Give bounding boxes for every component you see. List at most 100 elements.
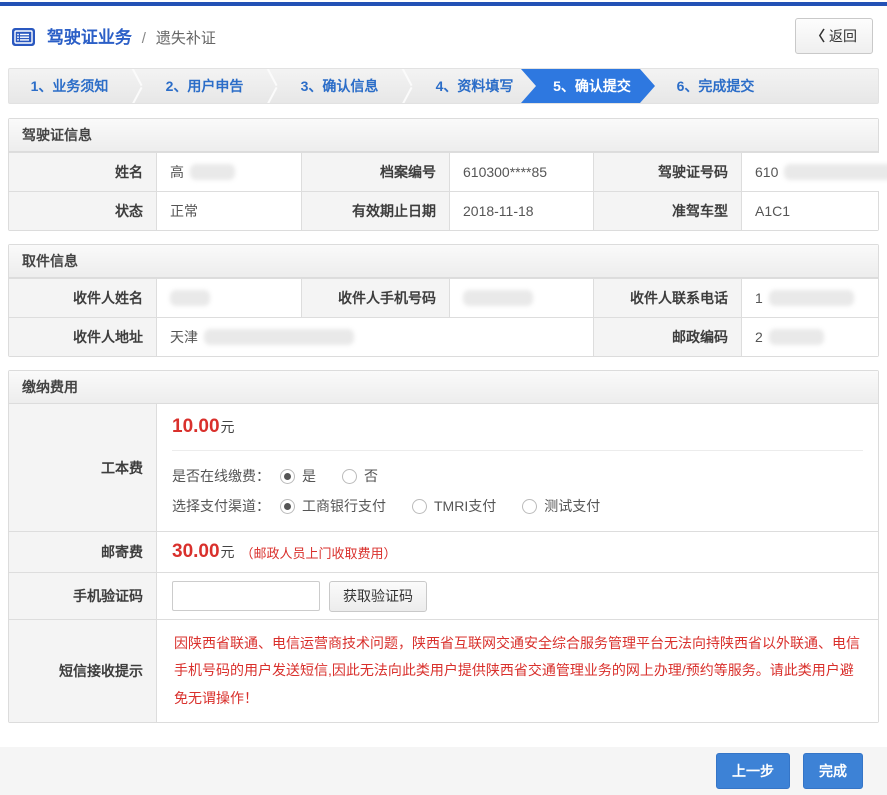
sms-tip-text: 因陕西省联通、电信运营商技术问题，陕西省互联网交通安全综合服务管理平台无法向持陕… bbox=[172, 620, 863, 722]
step-6-tab[interactable]: 6、完成提交 bbox=[655, 69, 776, 103]
status-label: 状态 bbox=[9, 192, 156, 230]
step-2-tab[interactable]: 2、用户申告 bbox=[144, 69, 265, 103]
table-row: 收件人姓名 收件人手机号码 收件人联系电话 1 bbox=[9, 278, 878, 317]
address-label: 收件人地址 bbox=[9, 318, 156, 356]
channel-icbc-option[interactable]: 工商银行支付 bbox=[280, 496, 386, 516]
redacted-blur bbox=[463, 290, 533, 306]
back-button-label: 返回 bbox=[829, 28, 857, 44]
postcode-value-text: 2 bbox=[755, 329, 763, 345]
sms-code-label: 手机验证码 bbox=[9, 573, 156, 619]
page: 驾驶证业务 / 遗失补证 〈返回 1、业务须知 2、用户申告 3、确认信息 4、… bbox=[0, 2, 887, 795]
step-4-tab[interactable]: 4、资料填写 bbox=[414, 69, 535, 103]
pickup-info-section-title: 取件信息 bbox=[9, 245, 878, 278]
radio-tmri[interactable] bbox=[412, 499, 427, 514]
production-fee-label: 工本费 bbox=[9, 404, 156, 531]
online-pay-no-label: 否 bbox=[364, 466, 378, 486]
sms-tip-row: 短信接收提示 因陕西省联通、电信运营商技术问题，陕西省互联网交通安全综合服务管理… bbox=[9, 619, 878, 722]
expiry-label: 有效期止日期 bbox=[301, 192, 449, 230]
back-button[interactable]: 〈返回 bbox=[795, 18, 873, 54]
license-no-value-text: 610 bbox=[755, 164, 778, 180]
redacted-blur bbox=[769, 329, 824, 345]
production-fee-row: 工本费 10.00元 是否在线缴费： 是 否 选择支付渠道： 工商银行支付 TM… bbox=[9, 404, 878, 531]
recipient-name-label: 收件人姓名 bbox=[9, 279, 156, 317]
radio-test[interactable] bbox=[522, 499, 537, 514]
file-no-label: 档案编号 bbox=[301, 153, 449, 191]
table-row: 姓名 高 档案编号 610300****85 驾驶证号码 610 bbox=[9, 152, 878, 191]
currency-unit: 元 bbox=[221, 542, 235, 562]
recipient-phone-value: 1 bbox=[741, 279, 878, 317]
footer-action-bar: 上一步 完成 bbox=[0, 747, 887, 795]
pay-channel-option-row: 选择支付渠道： 工商银行支付 TMRI支付 测试支付 bbox=[172, 491, 863, 521]
step-3-label: 3、确认信息 bbox=[301, 76, 379, 96]
channel-tmri-option[interactable]: TMRI支付 bbox=[412, 496, 496, 516]
radio-yes-checked[interactable] bbox=[280, 469, 295, 484]
redacted-blur bbox=[784, 164, 887, 180]
radio-icbc-checked[interactable] bbox=[280, 499, 295, 514]
mail-fee-label: 邮寄费 bbox=[9, 532, 156, 572]
pay-channel-label: 选择支付渠道： bbox=[172, 496, 270, 516]
step-separator bbox=[130, 69, 144, 103]
page-title: 驾驶证业务 bbox=[47, 28, 132, 47]
online-pay-option-row: 是否在线缴费： 是 否 bbox=[172, 461, 863, 491]
step-5-tab-active[interactable]: 5、确认提交 bbox=[521, 69, 655, 103]
recipient-mobile-label: 收件人手机号码 bbox=[301, 279, 449, 317]
sms-tip-label: 短信接收提示 bbox=[9, 620, 156, 722]
status-value: 正常 bbox=[156, 192, 301, 230]
address-value-text: 天津 bbox=[170, 327, 198, 347]
get-code-button[interactable]: 获取验证码 bbox=[329, 581, 427, 612]
table-row: 状态 正常 有效期止日期 2018-11-18 准驾车型 A1C1 bbox=[9, 191, 878, 230]
recipient-phone-label: 收件人联系电话 bbox=[593, 279, 741, 317]
chevron-left-icon: 〈 bbox=[811, 28, 825, 44]
mail-fee-amount: 30.00 bbox=[172, 541, 220, 563]
sms-code-field-area: 获取验证码 bbox=[156, 573, 878, 619]
online-pay-yes-option[interactable]: 是 bbox=[280, 466, 316, 486]
step-4-label: 4、资料填写 bbox=[436, 76, 514, 96]
recipient-phone-value-text: 1 bbox=[755, 290, 763, 306]
sms-code-row: 手机验证码 获取验证码 bbox=[9, 572, 878, 619]
address-value: 天津 bbox=[156, 318, 593, 356]
license-no-label: 驾驶证号码 bbox=[593, 153, 741, 191]
step-1-label: 1、业务须知 bbox=[31, 76, 109, 96]
online-pay-no-option[interactable]: 否 bbox=[342, 466, 378, 486]
step-5-label: 5、确认提交 bbox=[553, 76, 631, 96]
breadcrumb-current: 遗失补证 bbox=[156, 30, 216, 47]
redacted-blur bbox=[170, 290, 210, 306]
step-bar-filler bbox=[776, 69, 878, 103]
class-label: 准驾车型 bbox=[593, 192, 741, 230]
radio-no[interactable] bbox=[342, 469, 357, 484]
channel-test-label: 测试支付 bbox=[544, 496, 600, 516]
step-1-tab[interactable]: 1、业务须知 bbox=[9, 69, 130, 103]
online-pay-label: 是否在线缴费： bbox=[172, 466, 270, 486]
currency-unit: 元 bbox=[221, 419, 235, 435]
channel-test-option[interactable]: 测试支付 bbox=[522, 496, 600, 516]
name-value-text: 高 bbox=[170, 162, 184, 182]
pickup-info-section: 取件信息 收件人姓名 收件人手机号码 收件人联系电话 1 收件人地址 天津 邮政… bbox=[8, 244, 879, 357]
mail-fee-note: （邮政人员上门收取费用） bbox=[241, 543, 397, 562]
previous-step-button[interactable]: 上一步 bbox=[716, 753, 790, 789]
postcode-value: 2 bbox=[741, 318, 878, 356]
redacted-blur bbox=[190, 164, 235, 180]
step-6-label: 6、完成提交 bbox=[677, 76, 755, 96]
file-no-value: 610300****85 bbox=[449, 153, 593, 191]
name-label: 姓名 bbox=[9, 153, 156, 191]
redacted-blur bbox=[204, 329, 354, 345]
finish-button[interactable]: 完成 bbox=[803, 753, 863, 789]
name-value: 高 bbox=[156, 153, 301, 191]
expiry-value: 2018-11-18 bbox=[449, 192, 593, 230]
production-fee-amount: 10.00 bbox=[172, 416, 220, 437]
mail-fee-row: 邮寄费 30.00元 （邮政人员上门收取费用） bbox=[9, 531, 878, 572]
license-info-section-title: 驾驶证信息 bbox=[9, 119, 878, 152]
table-row: 收件人地址 天津 邮政编码 2 bbox=[9, 317, 878, 356]
fees-section: 缴纳费用 工本费 10.00元 是否在线缴费： 是 否 选择支付渠道： 工商银行… bbox=[8, 370, 879, 723]
sms-code-input[interactable] bbox=[172, 581, 320, 611]
step-separator bbox=[400, 69, 414, 103]
production-fee-value: 10.00元 是否在线缴费： 是 否 选择支付渠道： 工商银行支付 TMRI支付… bbox=[156, 404, 878, 531]
recipient-name-value bbox=[156, 279, 301, 317]
recipient-mobile-value bbox=[449, 279, 593, 317]
fees-section-title: 缴纳费用 bbox=[9, 371, 878, 404]
redacted-blur bbox=[769, 290, 854, 306]
step-3-tab[interactable]: 3、确认信息 bbox=[279, 69, 400, 103]
online-pay-yes-label: 是 bbox=[302, 466, 316, 486]
license-info-section: 驾驶证信息 姓名 高 档案编号 610300****85 驾驶证号码 610 状… bbox=[8, 118, 879, 231]
license-no-value: 610 bbox=[741, 153, 887, 191]
